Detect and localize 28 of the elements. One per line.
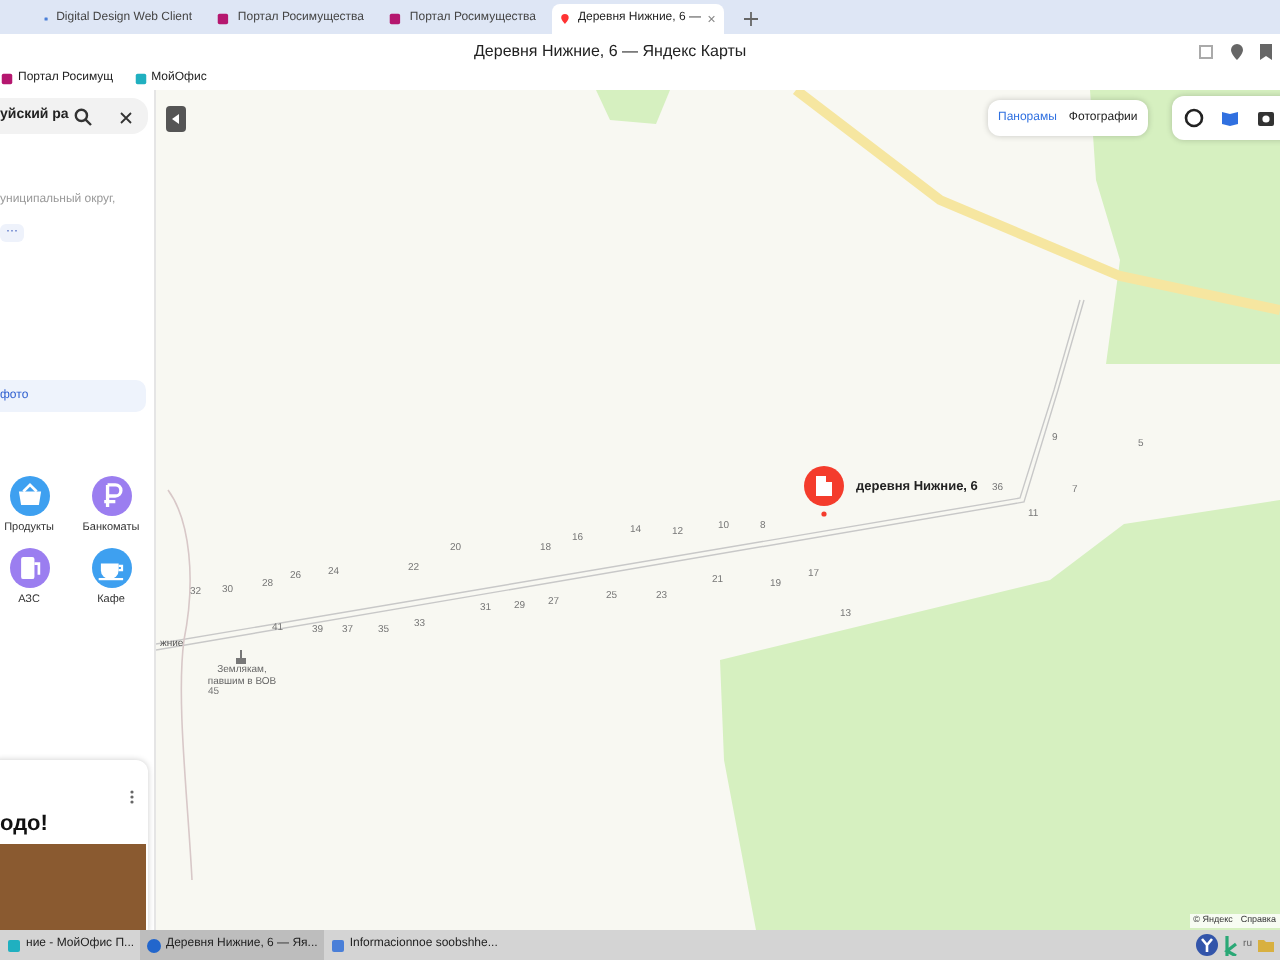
location-pin-icon [560,12,570,26]
close-icon[interactable] [120,112,132,124]
fuel-pump-icon [9,548,49,589]
document-icon [329,937,346,953]
promo-title: одо! [0,810,48,840]
plus-icon[interactable] [744,12,758,26]
location-pin-icon[interactable] [1230,43,1244,59]
portal-icon [0,72,14,86]
camera-icon[interactable] [1256,108,1276,128]
page-title: Деревня Нижние, 6 — Яндекс Карты [474,39,747,63]
cup-icon [91,548,131,589]
ruble-icon [91,476,131,516]
collapse-panel-button[interactable] [166,106,186,132]
layers-icon[interactable] [1184,108,1204,128]
office-icon [6,937,22,953]
portal-icon [388,12,402,26]
monument-icon [236,650,246,664]
chevron-left-icon [172,114,180,124]
browser-icon [146,937,163,953]
forest-area [596,90,670,124]
search-icon[interactable] [74,108,92,126]
map-book-icon[interactable] [1220,108,1240,128]
bookmark-icon[interactable] [1260,43,1272,59]
basket-icon [9,476,49,516]
office-icon [133,72,148,86]
location-pin-icon[interactable] [804,466,844,518]
portal-icon [216,12,230,26]
browser-icon[interactable] [1195,934,1218,956]
